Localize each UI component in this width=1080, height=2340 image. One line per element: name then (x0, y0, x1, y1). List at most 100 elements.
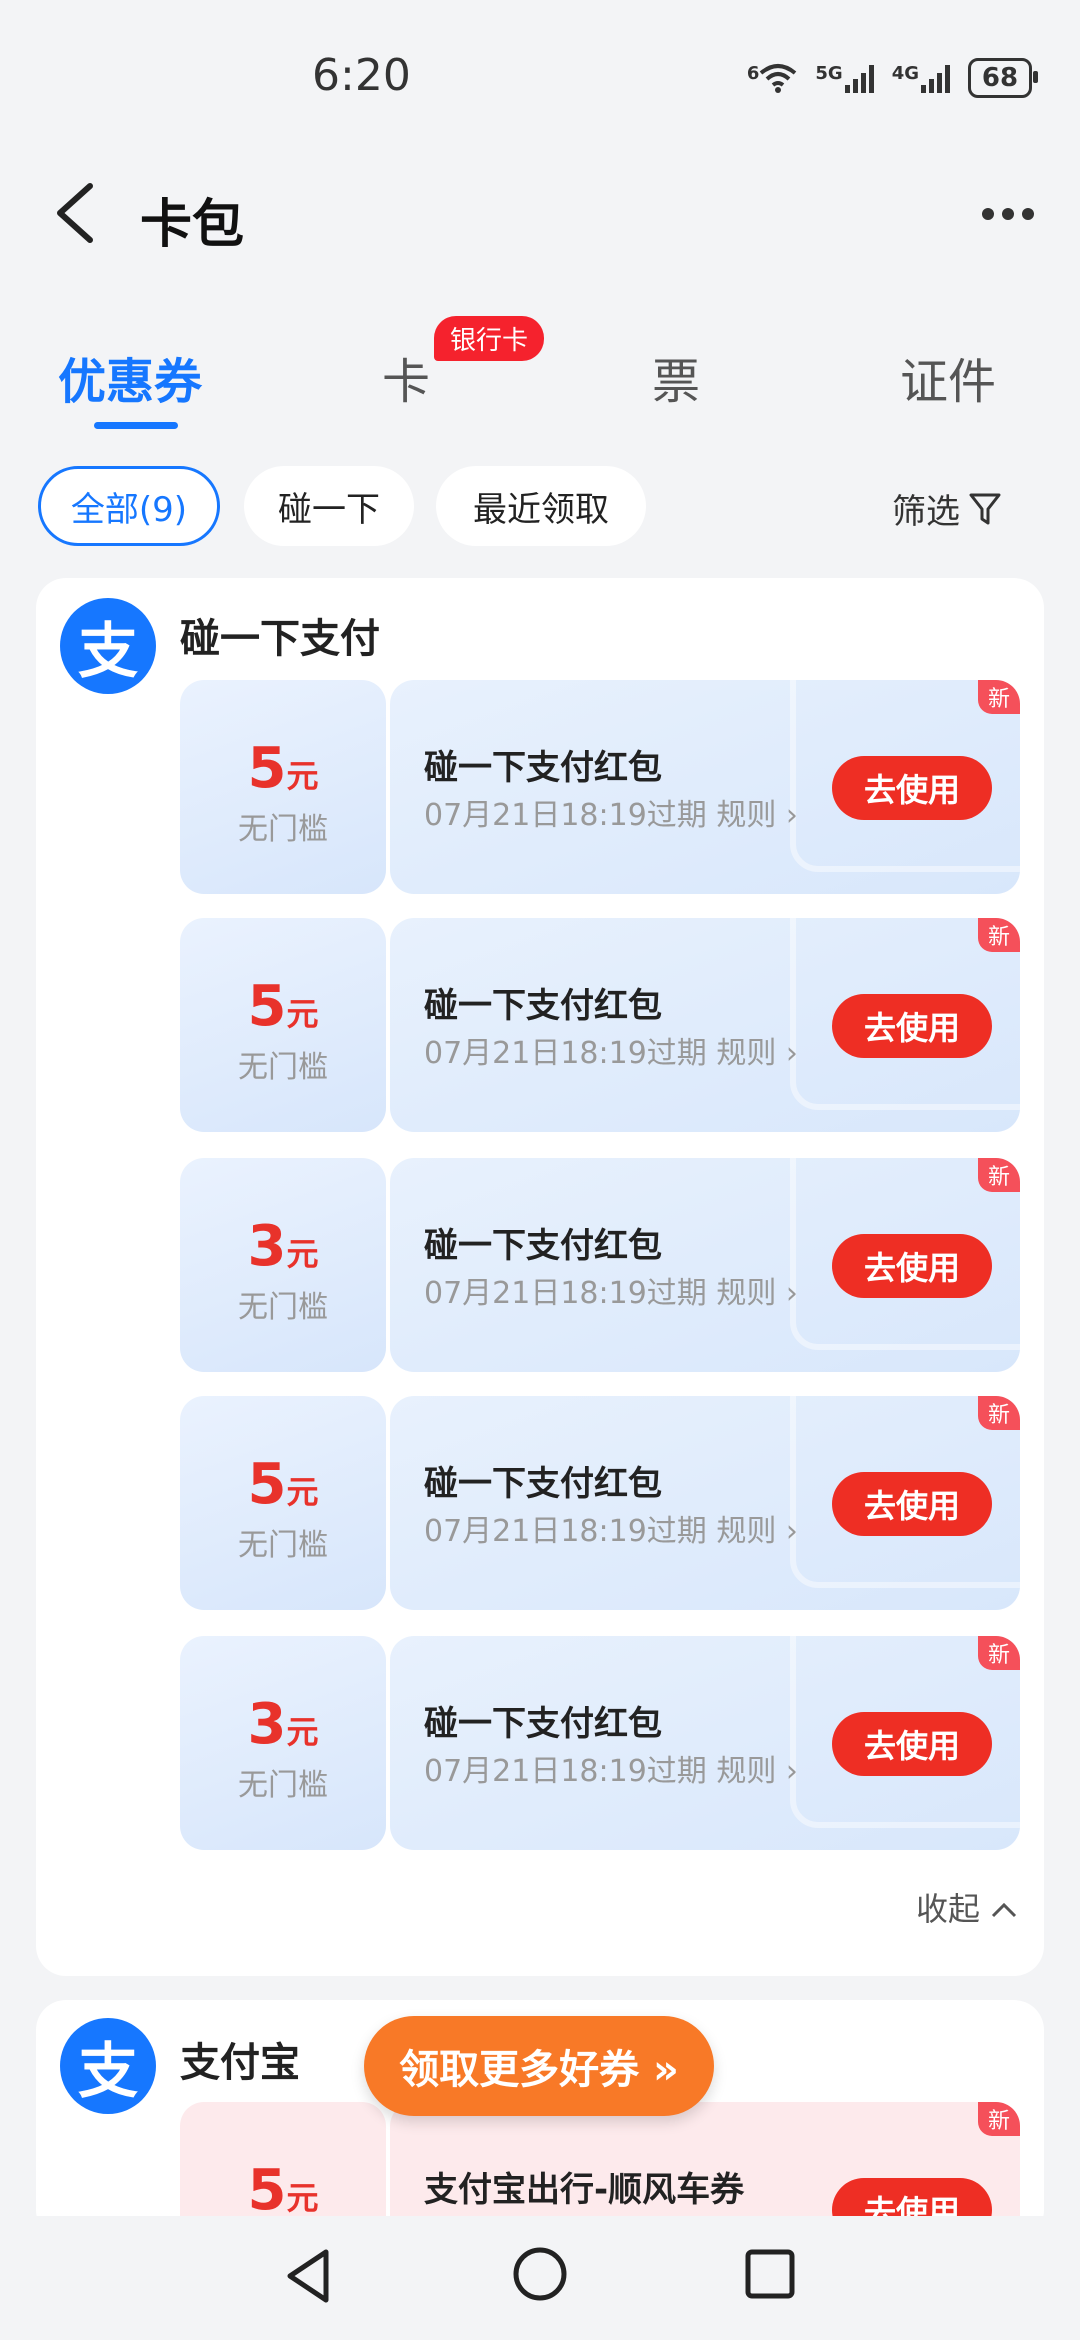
coupon-threshold: 无门槛 (238, 1528, 328, 1563)
amount-unit: 元 (286, 1235, 319, 1273)
use-coupon-button[interactable]: 去使用 (832, 756, 992, 820)
amount-value: 5 (247, 2158, 287, 2216)
filter-button[interactable]: 筛选 (892, 484, 1002, 533)
tab-active-indicator (94, 422, 178, 429)
coupon-info-panel: 碰一下支付红包 07月21日18:19过期 规则 › 去使用 新 (390, 680, 1020, 894)
chevron-left-icon (57, 183, 93, 243)
coupon-expiry: 07月21日18:19过期 规则 › (424, 1036, 798, 1071)
coupon-name: 碰一下支付红包 (424, 1704, 662, 1744)
status-icons: 6 5G 4G 68 (747, 58, 1038, 98)
rule-link[interactable]: 规则 (716, 1276, 776, 1311)
rule-link[interactable]: 规则 (716, 798, 776, 833)
coupon-card[interactable]: 5元 无门槛 碰一下支付红包 07月21日18:19过期 规则 › 去使用 新 (180, 1396, 1020, 1610)
tab-coupons[interactable]: 优惠券 (58, 342, 202, 412)
coupon-expiry: 07月21日18:19过期 规则 › (424, 1276, 798, 1311)
coupon-expiry: 07月21日18:19过期 规则 › (424, 1754, 798, 1789)
nav-recents-icon[interactable] (744, 2248, 796, 2300)
new-tag: 新 (978, 680, 1020, 714)
new-tag: 新 (978, 1636, 1020, 1670)
use-coupon-button[interactable]: 去使用 (832, 994, 992, 1058)
coupon-expiry: 07月21日18:19过期 规则 › (424, 798, 798, 833)
coupon-info-panel: 碰一下支付红包 07月21日18:19过期 规则 › 去使用 新 (390, 1158, 1020, 1372)
funnel-icon (969, 493, 1001, 524)
rule-link[interactable]: 规则 (716, 1754, 776, 1789)
coupon-amount-panel: 3元 无门槛 (180, 1158, 386, 1372)
use-coupon-button[interactable]: 去使用 (832, 1712, 992, 1776)
amount-unit: 元 (286, 995, 319, 1033)
coupon-card[interactable]: 5元 支付宝出行-顺风车券 去使用 新 (180, 2102, 1020, 2216)
tab-documents[interactable]: 证件 (900, 342, 996, 412)
new-tag: 新 (978, 1158, 1020, 1192)
net1-label: 5G (815, 63, 843, 84)
nav-back-icon[interactable] (282, 2246, 334, 2306)
dot-icon (982, 208, 994, 220)
coupon-name: 碰一下支付红包 (424, 986, 662, 1026)
coupon-threshold: 无门槛 (238, 1290, 328, 1325)
more-options-button[interactable] (982, 208, 1034, 220)
tab-tickets[interactable]: 票 (652, 342, 700, 412)
coupon-card[interactable]: 3元 无门槛 碰一下支付红包 07月21日18:19过期 规则 › 去使用 新 (180, 1158, 1020, 1372)
coupon-info-panel: 支付宝出行-顺风车券 去使用 新 (390, 2102, 1020, 2216)
use-coupon-button[interactable]: 去使用 (832, 1234, 992, 1298)
nav-home-icon[interactable] (512, 2246, 568, 2302)
group-title: 支付宝 (180, 2040, 300, 2086)
alipay-logo-icon: 支 (60, 2018, 156, 2114)
coupon-amount: 3元 (180, 1692, 386, 1757)
amount-value: 5 (247, 736, 287, 801)
back-button[interactable] (50, 180, 110, 246)
coupon-name: 碰一下支付红包 (424, 748, 662, 788)
chevron-up-icon (992, 1902, 1017, 1918)
get-more-coupons-button[interactable]: 领取更多好券 » (364, 2016, 714, 2116)
status-time: 6:20 (312, 50, 411, 101)
amount-value: 3 (247, 1214, 287, 1279)
net2-label: 4G (891, 63, 919, 84)
amount-value: 5 (247, 974, 287, 1039)
coupon-amount: 3元 (180, 1214, 386, 1279)
coupon-amount: 5元 (180, 736, 386, 801)
coupon-amount-panel: 3元 无门槛 (180, 1636, 386, 1850)
coupon-name: 支付宝出行-顺风车券 (424, 2170, 745, 2210)
expiry-text: 07月21日18:19过期 (424, 1276, 707, 1311)
coupon-amount: 5元 (180, 2158, 386, 2216)
coupon-info-panel: 碰一下支付红包 07月21日18:19过期 规则 › 去使用 新 (390, 1396, 1020, 1610)
filter-recent-chip[interactable]: 最近领取 (436, 466, 646, 546)
coupon-amount: 5元 (180, 1452, 386, 1517)
expiry-text: 07月21日18:19过期 (424, 798, 707, 833)
coupon-amount: 5元 (180, 974, 386, 1039)
coupon-amount-panel: 5元 无门槛 (180, 680, 386, 894)
coupon-card[interactable]: 5元 无门槛 碰一下支付红包 07月21日18:19过期 规则 › 去使用 新 (180, 680, 1020, 894)
coupon-info-panel: 碰一下支付红包 07月21日18:19过期 规则 › 去使用 新 (390, 918, 1020, 1132)
coupon-amount-panel: 5元 无门槛 (180, 1396, 386, 1610)
new-tag: 新 (978, 1396, 1020, 1430)
rule-link[interactable]: 规则 (716, 1514, 776, 1549)
amount-unit: 元 (286, 1713, 319, 1751)
alipay-logo-icon: 支 (60, 598, 156, 694)
signal-4g-icon: 4G (892, 63, 950, 93)
bank-card-badge: 银行卡 (434, 316, 545, 361)
new-tag: 新 (978, 2102, 1020, 2136)
group-title: 碰一下支付 (180, 616, 380, 662)
use-coupon-button[interactable]: 去使用 (832, 2178, 992, 2216)
collapse-button[interactable]: 收起 (916, 1884, 1018, 1930)
filter-all-chip[interactable]: 全部(9) (38, 466, 220, 546)
use-coupon-button[interactable]: 去使用 (832, 1472, 992, 1536)
coupon-threshold: 无门槛 (238, 1768, 328, 1803)
wifi-icon: 6 (747, 63, 798, 93)
page-title: 卡包 (140, 195, 245, 255)
dot-icon (1002, 208, 1014, 220)
coupon-card[interactable]: 5元 无门槛 碰一下支付红包 07月21日18:19过期 规则 › 去使用 新 (180, 918, 1020, 1132)
amount-unit: 元 (286, 757, 319, 795)
amount-unit: 元 (286, 2179, 319, 2216)
signal-5g-icon: 5G (815, 63, 874, 93)
coupon-name: 碰一下支付红包 (424, 1464, 662, 1504)
filter-tap-chip[interactable]: 碰一下 (244, 466, 414, 546)
tab-cards[interactable]: 卡 (382, 342, 430, 412)
coupon-card[interactable]: 3元 无门槛 碰一下支付红包 07月21日18:19过期 规则 › 去使用 新 (180, 1636, 1020, 1850)
coupon-threshold: 无门槛 (238, 1050, 328, 1085)
collapse-label: 收起 (916, 1890, 981, 1928)
coupon-name: 碰一下支付红包 (424, 1226, 662, 1266)
expiry-text: 07月21日18:19过期 (424, 1514, 707, 1549)
coupon-expiry: 07月21日18:19过期 规则 › (424, 1514, 798, 1549)
coupon-amount-panel: 5元 (180, 2102, 386, 2216)
rule-link[interactable]: 规则 (716, 1036, 776, 1071)
